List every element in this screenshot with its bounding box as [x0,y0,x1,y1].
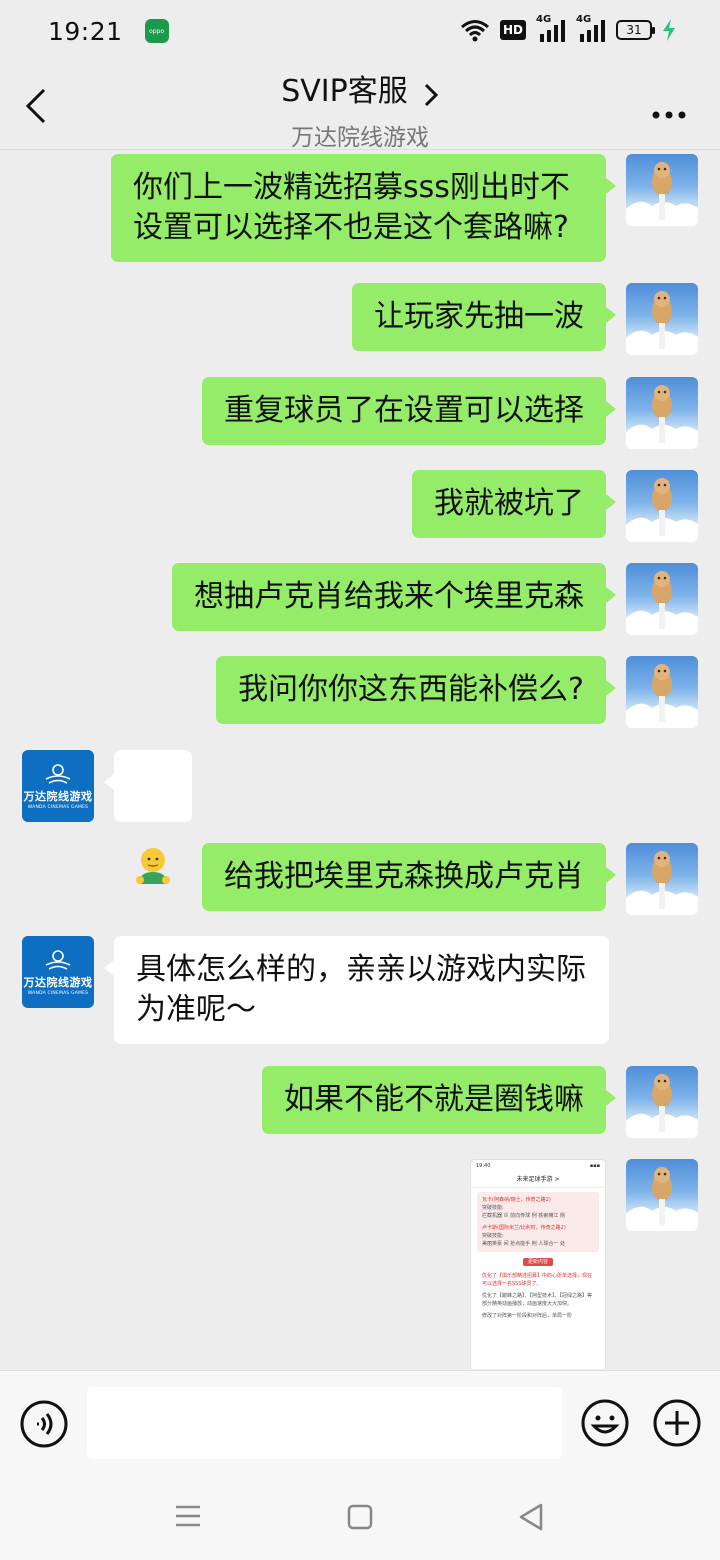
header-title-area[interactable]: SVIP客服 万达院线游戏 [0,66,720,152]
thumb-tag: 更新内容 [523,1258,553,1266]
menu-icon [176,1505,200,1527]
status-bar: 19:21 oppo HD 4G 4G 31 [0,0,720,62]
status-time: 19:21 [48,16,123,46]
cs-brand-text: 万达院线游戏 [23,789,93,803]
dog-avatar-icon [626,478,698,542]
user-avatar[interactable] [626,1066,698,1138]
user-avatar[interactable] [626,656,698,728]
message-bubble[interactable]: 你们上一波精选招募sss刚出时不 设置可以选择不也是这个套路嘛? [111,154,616,262]
more-options-button[interactable] [652,104,686,119]
dog-avatar-icon [626,291,698,355]
system-navigation-bar [0,1474,720,1560]
plus-icon [653,1399,701,1447]
user-avatar[interactable] [626,1159,698,1231]
thumb-status-bar: 19:40 ▪▪▪ [476,1163,600,1169]
page-title: SVIP客服 [281,74,408,109]
cs-brand-en-text: WANDA CINEMAS GAMES [27,804,89,810]
chevron-right-icon [423,82,439,112]
status-indicators: HD 4G 4G 31 [460,14,676,42]
signal-icon-2: 4G [576,14,606,42]
signal-icon-1: 4G [536,14,566,42]
message-text-input[interactable] [87,1387,562,1459]
dog-avatar-icon [626,1167,698,1231]
dog-avatar-icon [626,1074,698,1138]
user-avatar[interactable] [626,377,698,449]
smiley-icon [581,1399,629,1447]
message-bubble[interactable]: 具体怎么样的，亲亲以游戏内实际 为准呢～ [104,936,609,1044]
user-avatar[interactable] [626,470,698,542]
message-input-bar [0,1370,720,1474]
recent-apps-button[interactable] [174,1502,202,1530]
user-avatar[interactable] [626,843,698,915]
dog-avatar-icon [626,385,698,449]
message-bubble[interactable]: 重复球员了在设置可以选择 [202,377,616,445]
emoji-message-bubble[interactable] [104,750,192,884]
message-bubble[interactable]: 想抽卢克肖给我来个埃里克森 [172,563,616,631]
hd-badge: HD [499,20,526,40]
wanda-logo-icon [45,949,71,970]
salute-emoji-icon [136,848,170,884]
emoji-button[interactable] [580,1398,630,1448]
more-dots-icon [652,111,686,119]
dog-avatar-icon [626,851,698,915]
system-back-button[interactable] [517,1502,545,1532]
charging-icon [662,19,676,41]
message-bubble[interactable]: 给我把埃里克森换成卢克肖 [202,843,616,911]
dog-avatar-icon [626,162,698,226]
user-avatar[interactable] [626,154,698,226]
cs-brand-en-text: WANDA CINEMAS GAMES [27,990,89,996]
more-functions-button[interactable] [652,1398,702,1448]
cs-brand-text: 万达院线游戏 [23,975,93,989]
square-icon [347,1504,373,1530]
user-avatar[interactable] [626,283,698,355]
voice-input-button[interactable] [19,1399,69,1449]
thumb-title: 未来足球手游 > [471,1172,605,1188]
oppo-app-icon: oppo [144,19,169,43]
message-bubble[interactable]: 我就被坑了 [412,470,616,538]
message-bubble[interactable]: 如果不能不就是圈钱嘛 [262,1066,616,1134]
battery-icon: 31 [616,20,655,40]
cs-avatar[interactable]: 万达院线游戏 WANDA CINEMAS GAMES [22,936,94,1008]
user-avatar[interactable] [626,563,698,635]
dog-avatar-icon [626,664,698,728]
wanda-logo-icon [45,763,71,784]
thumb-card: 瓦卡(阿森纳/瑞士，传奇之路2) 突破技能: 拦截机器 炎 前向传球 例 铁索横… [477,1192,599,1252]
page-subtitle: 万达院线游戏 [291,124,429,151]
triangle-back-icon [519,1503,543,1531]
cs-avatar[interactable]: 万达院线游戏 WANDA CINEMAS GAMES [22,750,94,822]
home-button[interactable] [346,1503,374,1531]
wifi-icon [460,18,490,42]
voice-icon [20,1400,68,1448]
message-bubble[interactable]: 让玩家先抽一波 [352,283,616,351]
image-message-thumbnail[interactable]: 19:40 ▪▪▪ 未来足球手游 > 瓦卡(阿森纳/瑞士，传奇之路2) 突破技能:… [470,1159,606,1369]
chat-message-list[interactable]: 你们上一波精选招募sss刚出时不 设置可以选择不也是这个套路嘛? 让玩家先抽一波 [0,151,720,1369]
chat-header: SVIP客服 万达院线游戏 [0,62,720,152]
dog-avatar-icon [626,571,698,635]
thumb-notes: 优化了【俱乐部精选招募】中的心愿单选择，现在可以选择一名SSS球员了。 优化了【… [477,1270,599,1324]
message-bubble[interactable]: 我问你你这东西能补偿么? [216,656,616,724]
